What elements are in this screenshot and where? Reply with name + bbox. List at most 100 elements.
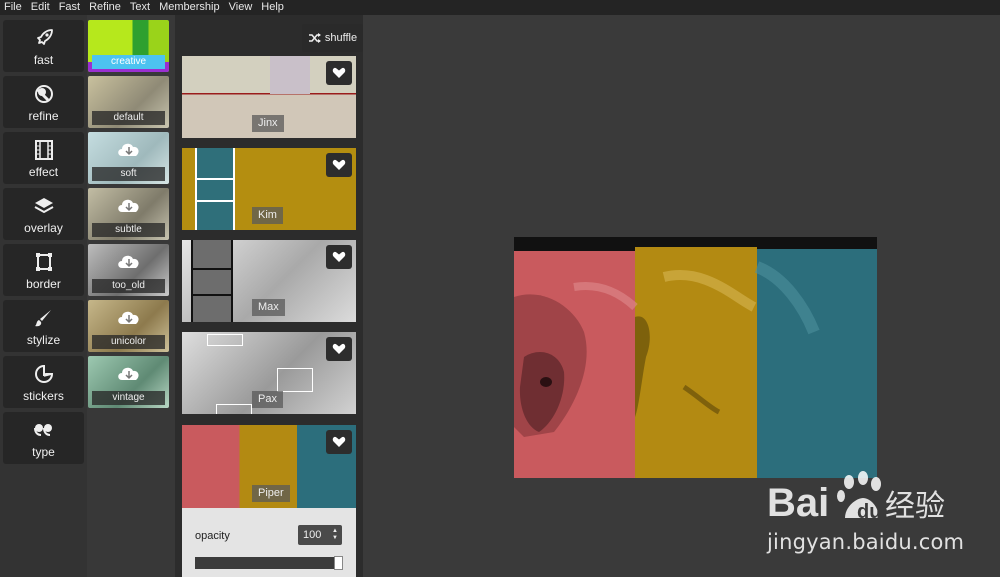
favorite-button[interactable] <box>326 337 352 361</box>
heart-icon <box>332 436 346 447</box>
cloud-download-icon <box>118 199 139 212</box>
filter-name: Max <box>252 299 285 316</box>
filter-pax[interactable]: Pax <box>182 332 356 414</box>
svg-text:Bai: Bai <box>767 481 829 525</box>
tool-sidebar: fast refine effect overlay border styliz… <box>0 15 87 577</box>
refine-icon <box>33 83 55 105</box>
menu-membership[interactable]: Membership <box>159 1 220 14</box>
category-label: default <box>92 111 165 125</box>
menu-text[interactable]: Text <box>130 1 150 14</box>
heart-icon <box>332 251 346 262</box>
heart-icon <box>332 343 346 354</box>
menu-file[interactable]: File <box>4 1 22 14</box>
tool-overlay[interactable]: overlay <box>3 188 84 240</box>
filter-thumbnail-frame <box>216 404 252 414</box>
category-label: creative <box>92 55 165 69</box>
svg-text:du: du <box>857 501 881 523</box>
film-icon <box>33 139 55 161</box>
watermark-url: jingyan.baidu.com <box>767 530 965 554</box>
tool-stickers[interactable]: stickers <box>3 356 84 408</box>
tool-effect[interactable]: effect <box>3 132 84 184</box>
opacity-stepper[interactable]: 100 ▲ ▼ <box>298 525 342 545</box>
menu-view[interactable]: View <box>229 1 253 14</box>
filter-thumbnail-line <box>195 178 235 180</box>
category-soft[interactable]: soft <box>88 132 169 184</box>
stepper-arrows-icon[interactable]: ▲ ▼ <box>332 528 338 542</box>
category-label: subtle <box>92 223 165 237</box>
favorite-button[interactable] <box>326 61 352 85</box>
opacity-label: opacity <box>195 530 230 542</box>
filter-jinx[interactable]: Jinx <box>182 56 356 138</box>
filter-name: Kim <box>252 207 283 224</box>
menu-fast[interactable]: Fast <box>59 1 80 14</box>
opacity-slider-handle[interactable] <box>334 556 343 570</box>
category-too-old[interactable]: too_old <box>88 244 169 296</box>
category-label: soft <box>92 167 165 181</box>
category-vintage[interactable]: vintage <box>88 356 169 408</box>
quote-icon <box>33 419 55 441</box>
filter-thumbnail-line <box>191 268 233 270</box>
category-creative[interactable]: creative <box>88 20 169 72</box>
shuffle-icon <box>308 33 321 43</box>
menu-help[interactable]: Help <box>261 1 284 14</box>
baidu-watermark: Bai du 经验 jingyan.baidu.com <box>767 470 987 560</box>
baidu-logo: Bai du 经验 <box>767 471 945 525</box>
border-icon <box>33 251 55 273</box>
filter-thumbnail-strip <box>195 148 235 230</box>
tool-label: border <box>26 277 61 291</box>
favorite-button[interactable] <box>326 153 352 177</box>
category-default[interactable]: default <box>88 76 169 128</box>
filter-piper[interactable]: Piper <box>182 425 356 508</box>
cloud-download-icon <box>118 367 139 380</box>
tool-type[interactable]: type <box>3 412 84 464</box>
heart-icon <box>332 67 346 78</box>
tool-border[interactable]: border <box>3 244 84 296</box>
kitten-photo <box>514 237 877 478</box>
category-label: unicolor <box>92 335 165 349</box>
category-unicolor[interactable]: unicolor <box>88 300 169 352</box>
tool-label: stylize <box>26 333 61 347</box>
filter-thumbnail-strip <box>191 240 233 322</box>
tool-label: refine <box>28 109 59 123</box>
cloud-download-icon <box>118 255 139 268</box>
filter-name: Piper <box>252 485 290 502</box>
filter-thumbnail-tile <box>270 56 310 94</box>
shuffle-label: shuffle <box>324 32 358 44</box>
filter-thumbnail-frame <box>277 368 313 392</box>
filter-max[interactable]: Max <box>182 240 356 322</box>
filter-name: Jinx <box>252 115 284 132</box>
category-label: vintage <box>92 391 165 405</box>
favorite-button[interactable] <box>326 430 352 454</box>
menu-bar: File Edit Fast Refine Text Membership Vi… <box>0 0 1000 15</box>
photo-preview-canvas[interactable] <box>514 237 877 478</box>
tool-label: stickers <box>23 389 64 403</box>
filter-thumbnail-frame <box>207 334 243 346</box>
tool-fast[interactable]: fast <box>3 20 84 72</box>
layers-icon <box>33 195 55 217</box>
menu-refine[interactable]: Refine <box>89 1 121 14</box>
opacity-control: opacity 100 ▲ ▼ <box>182 508 356 577</box>
favorite-button[interactable] <box>326 245 352 269</box>
opacity-slider-fill <box>195 557 334 569</box>
filter-name: Pax <box>252 391 283 408</box>
tool-label: type <box>32 445 55 459</box>
filter-thumbnail-line <box>191 294 233 296</box>
cloud-download-icon <box>118 311 139 324</box>
menu-edit[interactable]: Edit <box>31 1 50 14</box>
tool-refine[interactable]: refine <box>3 76 84 128</box>
heart-icon <box>332 159 346 170</box>
sticker-icon <box>33 363 55 385</box>
tool-label: overlay <box>24 221 63 235</box>
category-label: too_old <box>92 279 165 293</box>
tool-stylize[interactable]: stylize <box>3 300 84 352</box>
shuffle-button[interactable]: shuffle <box>302 24 363 52</box>
opacity-value: 100 <box>303 529 322 541</box>
filter-kim[interactable]: Kim <box>182 148 356 230</box>
category-subtle[interactable]: subtle <box>88 188 169 240</box>
brush-icon <box>33 307 55 329</box>
tool-label: effect <box>28 165 59 179</box>
cloud-download-icon <box>118 143 139 156</box>
tool-label: fast <box>33 53 54 67</box>
opacity-slider[interactable] <box>195 556 343 570</box>
filter-category-list: creative default soft subtle too_old uni… <box>87 15 175 577</box>
